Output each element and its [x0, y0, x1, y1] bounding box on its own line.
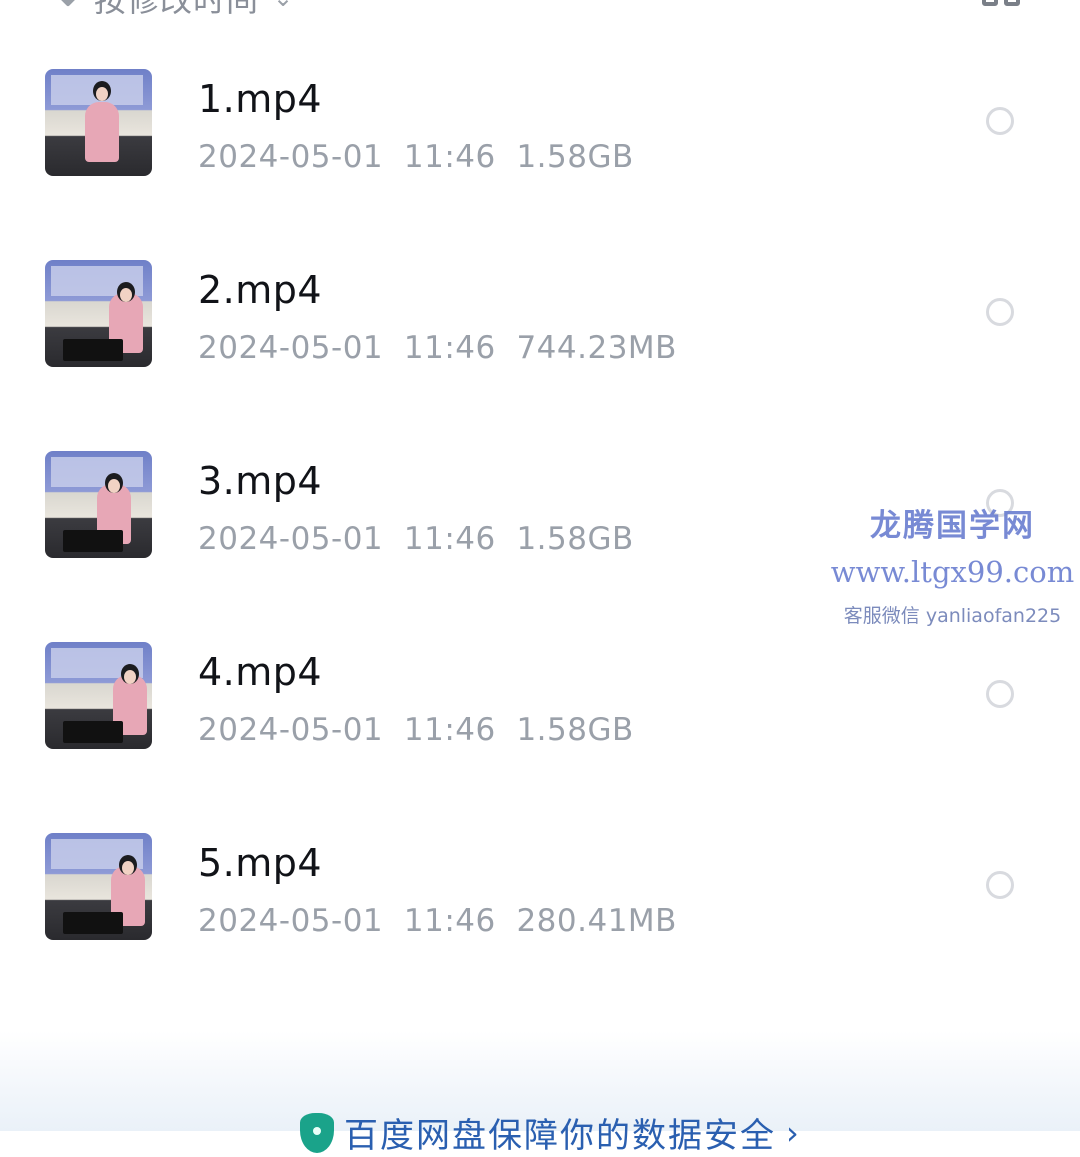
select-checkbox[interactable] — [986, 680, 1014, 708]
file-size: 744.23MB — [516, 330, 677, 366]
file-size: 1.58GB — [516, 521, 634, 557]
file-date: 2024-05-01 — [198, 330, 384, 366]
chevron-down-icon: ⌄ — [273, 0, 293, 12]
sort-selector[interactable]: 按修改时间 ⌄ — [58, 0, 293, 19]
video-thumbnail — [45, 451, 152, 558]
file-row[interactable]: 1.mp4 2024-05-01 11:46 1.58GB — [0, 69, 1080, 260]
file-meta: 2024-05-01 11:46 1.58GB — [198, 139, 634, 175]
file-row[interactable]: 5.mp4 2024-05-01 11:46 280.41MB — [0, 833, 1080, 1024]
select-checkbox[interactable] — [986, 298, 1014, 326]
video-thumbnail — [45, 642, 152, 749]
sort-icon — [58, 0, 80, 9]
file-name: 2.mp4 — [198, 268, 323, 312]
file-time: 11:46 — [403, 330, 496, 366]
file-size: 280.41MB — [516, 903, 677, 939]
file-name: 5.mp4 — [198, 841, 323, 885]
file-size: 1.58GB — [516, 139, 634, 175]
file-name: 4.mp4 — [198, 650, 323, 694]
file-time: 11:46 — [403, 712, 496, 748]
file-date: 2024-05-01 — [198, 712, 384, 748]
file-name: 3.mp4 — [198, 459, 323, 503]
file-meta: 2024-05-01 11:46 1.58GB — [198, 521, 634, 557]
video-thumbnail — [45, 260, 152, 367]
file-time: 11:46 — [403, 521, 496, 557]
file-date: 2024-05-01 — [198, 521, 384, 557]
watermark-contact: 客服微信 yanliaofan225 — [843, 605, 1062, 627]
video-thumbnail — [45, 833, 152, 940]
file-row[interactable]: 2.mp4 2024-05-01 11:46 744.23MB — [0, 260, 1080, 451]
file-name: 1.mp4 — [198, 77, 323, 121]
file-meta: 2024-05-01 11:46 1.58GB — [198, 712, 634, 748]
watermark-url: www.ltgx99.com — [830, 555, 1075, 589]
file-meta: 2024-05-01 11:46 744.23MB — [198, 330, 677, 366]
chevron-right-icon: › — [786, 1113, 799, 1152]
file-meta: 2024-05-01 11:46 280.41MB — [198, 903, 677, 939]
video-thumbnail — [45, 69, 152, 176]
shield-icon — [300, 1112, 334, 1153]
watermark: 龙腾国学网 www.ltgx99.com 客服微信 yanliaofan225 — [830, 500, 1075, 628]
select-checkbox[interactable] — [986, 871, 1014, 899]
file-time: 11:46 — [403, 903, 496, 939]
file-time: 11:46 — [403, 139, 496, 175]
file-date: 2024-05-01 — [198, 139, 384, 175]
file-date: 2024-05-01 — [198, 903, 384, 939]
grid-view-icon[interactable] — [982, 0, 1024, 10]
select-checkbox[interactable] — [986, 107, 1014, 135]
security-banner-text: 百度网盘保障你的数据安全 — [344, 1116, 776, 1156]
security-banner[interactable]: 百度网盘保障你的数据安全 › — [300, 1108, 799, 1157]
file-size: 1.58GB — [516, 712, 634, 748]
watermark-title: 龙腾国学网 — [870, 508, 1035, 544]
file-row[interactable]: 4.mp4 2024-05-01 11:46 1.58GB — [0, 642, 1080, 833]
sort-label: 按修改时间 — [94, 0, 260, 19]
